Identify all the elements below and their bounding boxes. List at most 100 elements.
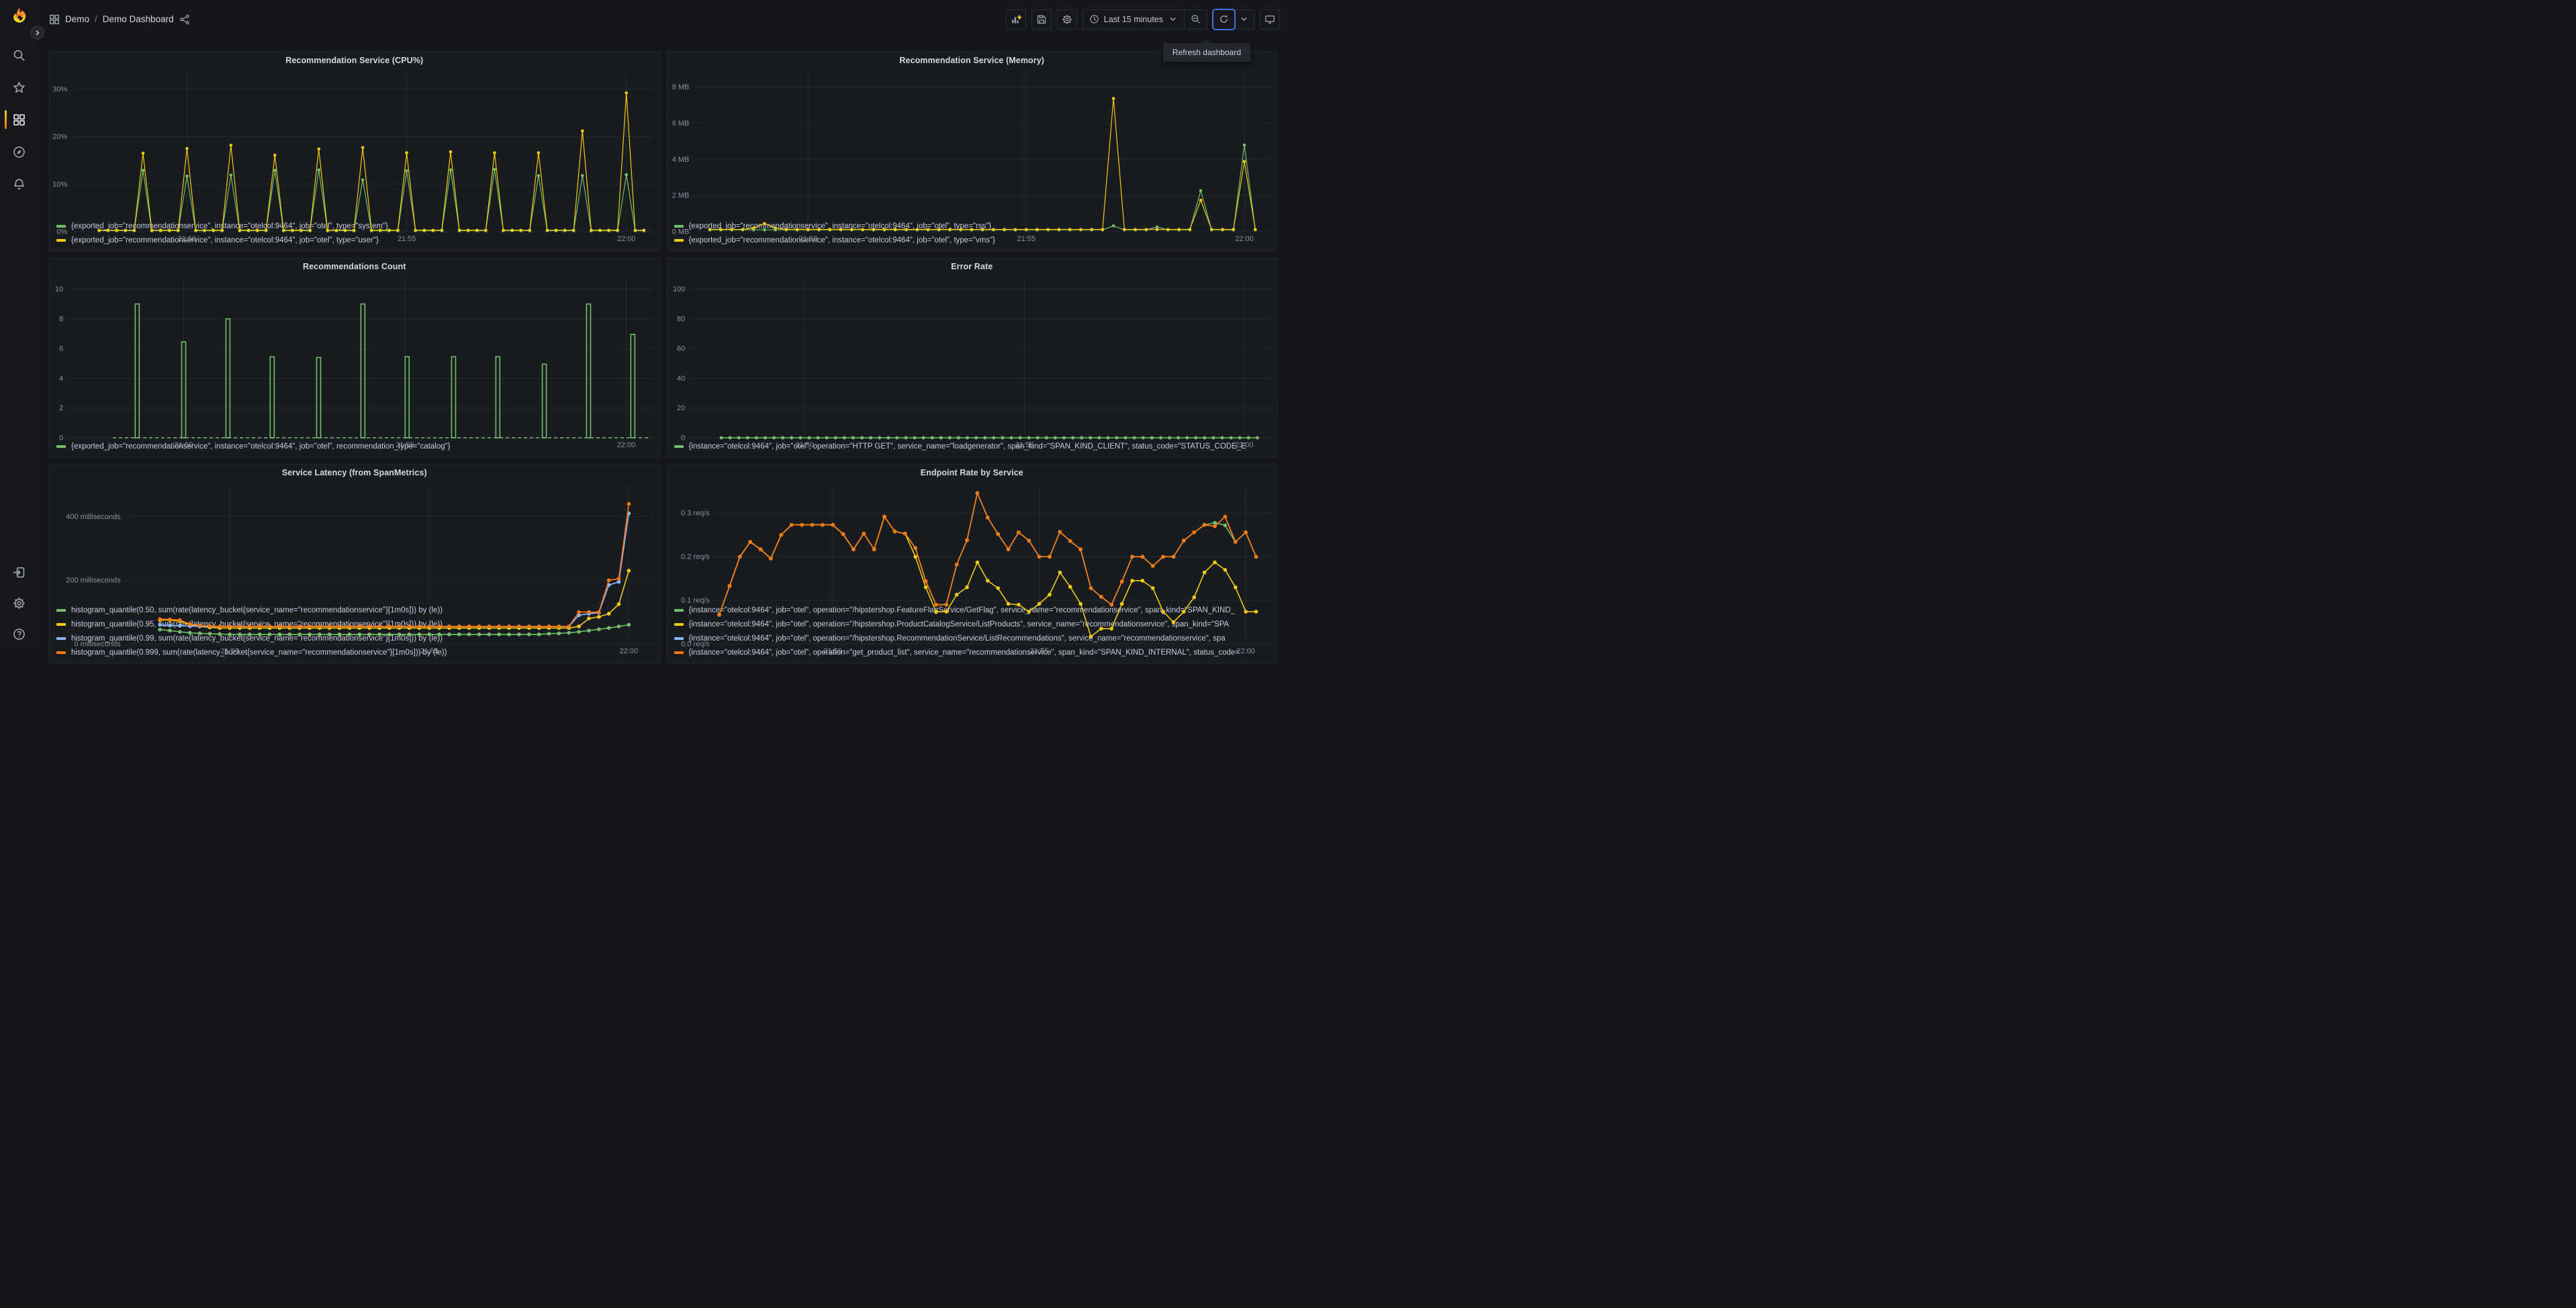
svg-text:10: 10 bbox=[55, 285, 63, 293]
save-dashboard-icon bbox=[1037, 15, 1046, 24]
sidebar-item-starred[interactable] bbox=[0, 78, 38, 97]
svg-text:21:55: 21:55 bbox=[420, 647, 439, 655]
svg-text:21:55: 21:55 bbox=[1029, 647, 1048, 655]
panel-recommendations-count: Recommendations Count 21:50 21:55 22:00 0 2 4… bbox=[49, 258, 660, 457]
add-panel-icon bbox=[1011, 14, 1021, 23]
explore-compass-icon bbox=[13, 146, 25, 158]
svg-text:21:55: 21:55 bbox=[396, 441, 414, 449]
time-series-chart[interactable]: 21:50 21:55 22:00 0 milliseconds 200 millise… bbox=[50, 481, 659, 655]
svg-text:21:55: 21:55 bbox=[1015, 441, 1033, 449]
refresh-interval-dropdown[interactable] bbox=[1234, 10, 1254, 29]
svg-text:0.3 req/s: 0.3 req/s bbox=[681, 510, 710, 518]
svg-text:0.1 req/s: 0.1 req/s bbox=[681, 597, 710, 605]
add-panel-button[interactable] bbox=[1005, 9, 1026, 30]
zoom-out-button[interactable] bbox=[1185, 10, 1207, 29]
zoom-out-icon bbox=[1191, 15, 1200, 24]
svg-text:21:50: 21:50 bbox=[178, 235, 197, 243]
svg-text:0: 0 bbox=[59, 434, 63, 442]
time-series-chart[interactable]: 21:50 21:55 22:00 0% 10% 20% 30% bbox=[50, 68, 659, 243]
svg-text:4: 4 bbox=[59, 375, 63, 383]
refresh-group bbox=[1212, 8, 1254, 30]
grafana-logo[interactable] bbox=[11, 7, 28, 24]
bar-chart[interactable]: 21:50 21:55 22:00 0 2 4 6 8 10 bbox=[50, 275, 659, 449]
chevron-down-icon bbox=[1170, 17, 1176, 21]
svg-text:8 MB: 8 MB bbox=[672, 83, 689, 91]
svg-text:6 MB: 6 MB bbox=[672, 120, 689, 128]
sidebar-item-alerting[interactable] bbox=[0, 175, 38, 193]
sidebar-item-explore[interactable] bbox=[0, 142, 38, 161]
sidebar-menu bbox=[0, 46, 38, 193]
panel-recommendation-memory: Recommendation Service (Memory) 21:50 21:… bbox=[666, 52, 1277, 251]
dashboard-grid: Recommendation Service (CPU%) 21:50 21:55… bbox=[38, 38, 1288, 667]
svg-text:0 MB: 0 MB bbox=[672, 228, 689, 236]
svg-text:22:00: 22:00 bbox=[1234, 441, 1253, 449]
sidebar-item-dashboards[interactable] bbox=[0, 110, 38, 129]
tv-kiosk-icon bbox=[1265, 15, 1275, 24]
alerting-bell-icon bbox=[14, 179, 24, 189]
svg-text:22:00: 22:00 bbox=[620, 647, 639, 655]
time-series-chart[interactable]: 21:50 21:55 22:00 0 20 40 60 80 100 bbox=[668, 275, 1277, 449]
svg-text:22:00: 22:00 bbox=[1236, 647, 1255, 655]
panel-title[interactable]: Service Latency (from SpanMetrics) bbox=[50, 465, 659, 481]
svg-text:21:55: 21:55 bbox=[1017, 235, 1036, 243]
time-range-picker[interactable]: Last 15 minutes bbox=[1083, 10, 1184, 29]
sign-in-icon bbox=[13, 567, 25, 577]
sidebar-item-settings[interactable] bbox=[0, 594, 38, 612]
svg-text:22:00: 22:00 bbox=[617, 235, 636, 243]
panel-title[interactable]: Recommendation Service (CPU%) bbox=[50, 52, 659, 68]
svg-text:21:50: 21:50 bbox=[220, 647, 239, 655]
dashboard-settings-button[interactable] bbox=[1056, 9, 1077, 30]
top-navbar: Demo / Demo Dashboard Last 15 minutes bbox=[38, 0, 1288, 38]
help-icon bbox=[13, 628, 25, 640]
time-series-chart[interactable]: 21:50 21:55 22:00 0 MB 2 MB 4 MB 6 MB 8 MB bbox=[668, 68, 1277, 243]
svg-text:10%: 10% bbox=[52, 181, 67, 189]
svg-text:0.0 req/s: 0.0 req/s bbox=[681, 641, 710, 649]
svg-text:2 MB: 2 MB bbox=[672, 192, 689, 200]
svg-text:22:00: 22:00 bbox=[1235, 235, 1254, 243]
star-icon bbox=[13, 81, 25, 93]
svg-text:2: 2 bbox=[59, 404, 63, 412]
breadcrumb-folder[interactable]: Demo bbox=[65, 14, 89, 24]
time-series-chart[interactable]: 21:50 21:55 22:00 0.0 req/s 0.1 req/s 0.2 req… bbox=[668, 481, 1277, 655]
panel-endpoint-rate: Endpoint Rate by Service 21:50 21:55 22:00… bbox=[666, 464, 1277, 663]
apps-grid-icon bbox=[49, 14, 60, 24]
svg-text:30%: 30% bbox=[52, 85, 67, 93]
expand-sidebar-button[interactable] bbox=[30, 26, 44, 40]
svg-text:0 milliseconds: 0 milliseconds bbox=[75, 641, 122, 649]
svg-text:21:50: 21:50 bbox=[798, 235, 817, 243]
dashboards-grid-icon bbox=[13, 113, 25, 126]
svg-text:0%: 0% bbox=[56, 228, 67, 236]
svg-text:400 milliseconds: 400 milliseconds bbox=[66, 513, 121, 521]
chevron-right-icon bbox=[36, 30, 39, 35]
search-icon bbox=[13, 50, 25, 60]
breadcrumb-separator: / bbox=[95, 14, 97, 24]
svg-text:20%: 20% bbox=[52, 133, 67, 141]
refresh-dashboard-button[interactable] bbox=[1212, 8, 1236, 30]
svg-text:21:50: 21:50 bbox=[795, 441, 814, 449]
panel-title[interactable]: Error Rate bbox=[668, 259, 1277, 275]
breadcrumb-dashboard[interactable]: Demo Dashboard bbox=[103, 14, 174, 24]
sidebar-item-sign-in[interactable] bbox=[0, 563, 38, 581]
svg-text:8: 8 bbox=[59, 315, 63, 323]
panel-recommendation-cpu: Recommendation Service (CPU%) 21:50 21:55… bbox=[49, 52, 660, 251]
panel-title[interactable]: Recommendations Count bbox=[50, 259, 659, 275]
panel-service-latency: Service Latency (from SpanMetrics) 21:50… bbox=[49, 464, 660, 663]
share-alt-icon[interactable] bbox=[179, 14, 190, 25]
svg-text:0.2 req/s: 0.2 req/s bbox=[681, 553, 710, 561]
dashboard-settings-icon bbox=[1062, 14, 1072, 24]
svg-text:21:55: 21:55 bbox=[398, 235, 416, 243]
svg-text:20: 20 bbox=[677, 404, 685, 412]
sidebar-item-search[interactable] bbox=[0, 46, 38, 64]
sidebar-item-help[interactable] bbox=[0, 624, 38, 643]
svg-text:200 milliseconds: 200 milliseconds bbox=[66, 577, 121, 585]
panel-title[interactable]: Endpoint Rate by Service bbox=[668, 465, 1277, 481]
panel-error-rate: Error Rate 21:50 21:55 22:00 0 20 40 60 80 100 {… bbox=[666, 258, 1277, 457]
svg-text:0: 0 bbox=[681, 434, 685, 442]
save-dashboard-button[interactable] bbox=[1031, 9, 1052, 30]
toolbar: Last 15 minutes bbox=[1005, 8, 1280, 30]
time-range-label: Last 15 minutes bbox=[1103, 14, 1163, 24]
svg-text:6: 6 bbox=[59, 345, 63, 353]
svg-text:22:00: 22:00 bbox=[617, 441, 636, 449]
sidebar bbox=[0, 0, 44, 654]
kiosk-mode-button[interactable] bbox=[1260, 9, 1280, 30]
